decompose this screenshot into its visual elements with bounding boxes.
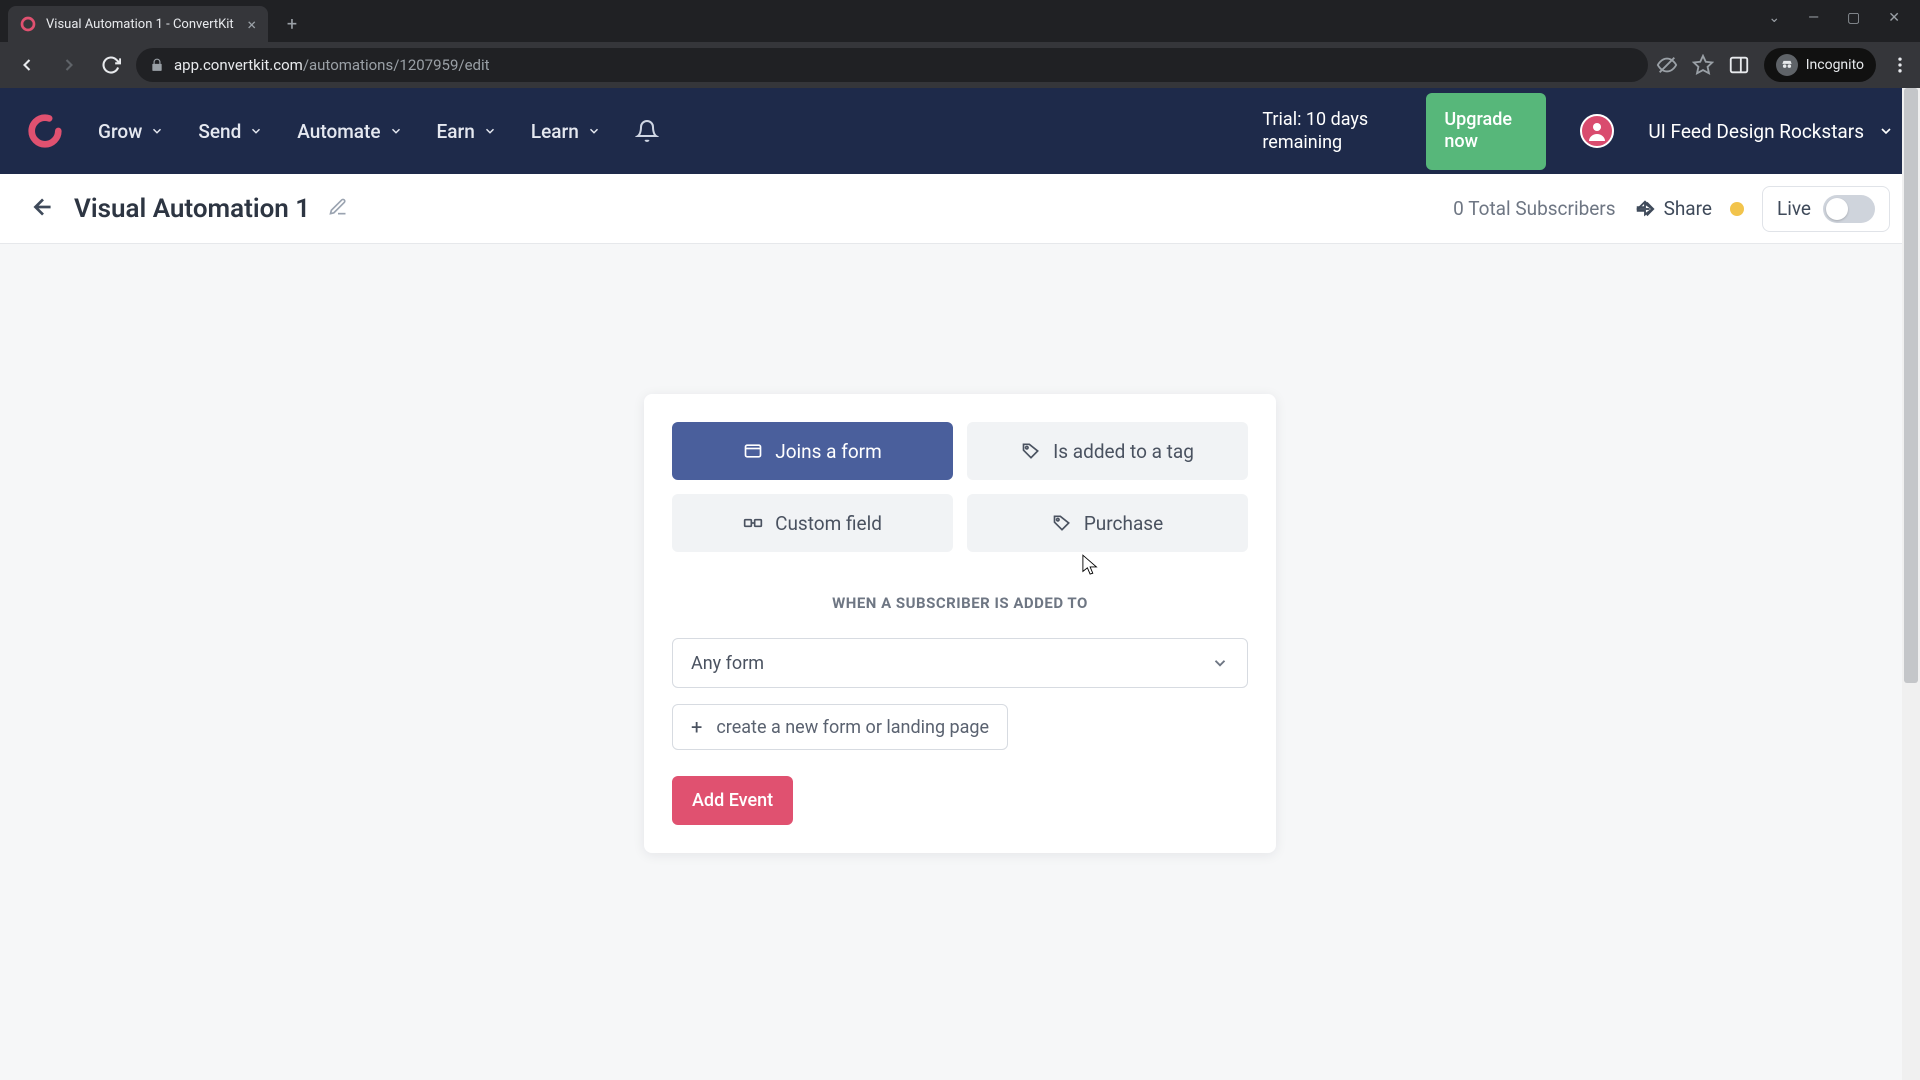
incognito-indicator[interactable]: Incognito	[1764, 48, 1876, 82]
bookmark-star-icon[interactable]	[1692, 54, 1714, 76]
section-label: WHEN A SUBSCRIBER IS ADDED TO	[672, 594, 1248, 612]
automation-canvas[interactable]: Joins a form Is added to a tag Custom fi…	[0, 244, 1920, 1080]
chevron-down-icon	[249, 124, 263, 138]
browser-tab[interactable]: Visual Automation 1 - ConvertKit ×	[8, 6, 268, 42]
create-form-link[interactable]: + create a new form or landing page	[672, 704, 1008, 750]
address-bar[interactable]: app.convertkit.com/automations/1207959/e…	[136, 48, 1648, 82]
option-custom-field[interactable]: Custom field	[672, 494, 953, 552]
browser-back-button[interactable]	[10, 48, 44, 82]
browser-forward-button[interactable]	[52, 48, 86, 82]
subscriber-count: 0 Total Subscribers	[1453, 197, 1615, 220]
share-icon	[1634, 198, 1656, 220]
tab-title: Visual Automation 1 - ConvertKit	[46, 17, 237, 32]
edit-title-button[interactable]	[328, 197, 348, 221]
scrollbar-thumb[interactable]	[1904, 88, 1918, 683]
select-value: Any form	[691, 653, 764, 674]
event-panel: Joins a form Is added to a tag Custom fi…	[644, 394, 1276, 853]
nav-learn-label: Learn	[531, 120, 579, 143]
share-button[interactable]: Share	[1634, 197, 1712, 220]
browser-chrome: Visual Automation 1 - ConvertKit × + ⌄ ―…	[0, 0, 1920, 88]
chevron-down-icon	[483, 124, 497, 138]
live-toggle-group: Live	[1762, 186, 1890, 232]
browser-toolbar: app.convertkit.com/automations/1207959/e…	[0, 42, 1920, 88]
tab-close-icon[interactable]: ×	[247, 15, 256, 34]
live-toggle[interactable]	[1823, 195, 1875, 223]
custom-field-icon	[743, 513, 763, 533]
option-joins-form[interactable]: Joins a form	[672, 422, 953, 480]
nav-send[interactable]: Send	[198, 120, 263, 143]
minimize-icon[interactable]: ―	[1808, 10, 1819, 26]
chevron-down-icon	[1211, 654, 1229, 672]
nav-automate-label: Automate	[297, 120, 380, 143]
back-button[interactable]	[30, 194, 56, 224]
close-window-icon[interactable]: ✕	[1888, 10, 1900, 26]
notifications-bell-icon[interactable]	[635, 119, 659, 143]
nav-learn[interactable]: Learn	[531, 120, 601, 143]
new-tab-button[interactable]: +	[278, 10, 306, 38]
live-label: Live	[1777, 197, 1811, 220]
incognito-label: Incognito	[1806, 57, 1864, 73]
browser-reload-button[interactable]	[94, 48, 128, 82]
avatar[interactable]	[1580, 114, 1614, 148]
url-text: app.convertkit.com/automations/1207959/e…	[174, 56, 490, 74]
chevron-down-icon	[587, 124, 601, 138]
incognito-icon	[1776, 54, 1798, 76]
trial-status: Trial: 10 days remaining	[1262, 108, 1392, 155]
form-icon	[743, 441, 763, 461]
page-scrollbar[interactable]	[1902, 88, 1920, 1080]
option-label: Joins a form	[775, 440, 882, 463]
option-label: Custom field	[775, 512, 882, 535]
app-header: Grow Send Automate Earn Learn Trial: 10 …	[0, 88, 1920, 174]
nav-automate[interactable]: Automate	[297, 120, 402, 143]
chevron-down-icon	[1878, 123, 1894, 139]
incognito-eye-icon[interactable]	[1656, 54, 1678, 76]
nav-grow[interactable]: Grow	[98, 120, 164, 143]
share-label: Share	[1664, 197, 1712, 220]
trigger-options: Joins a form Is added to a tag Custom fi…	[672, 422, 1248, 552]
upgrade-button[interactable]: Upgrade now	[1426, 93, 1546, 170]
add-event-button[interactable]: Add Event	[672, 776, 793, 825]
page-subheader: Visual Automation 1 0 Total Subscribers …	[0, 174, 1920, 244]
form-select[interactable]: Any form	[672, 638, 1248, 688]
chevron-down-icon	[389, 124, 403, 138]
option-purchase[interactable]: Purchase	[967, 494, 1248, 552]
account-name: UI Feed Design Rockstars	[1648, 120, 1864, 143]
plus-icon: +	[691, 715, 702, 739]
side-panel-icon[interactable]	[1728, 54, 1750, 76]
nav-grow-label: Grow	[98, 120, 142, 143]
maximize-icon[interactable]: ▢	[1847, 10, 1860, 26]
nav-earn[interactable]: Earn	[437, 120, 497, 143]
nav-send-label: Send	[198, 120, 241, 143]
option-label: Is added to a tag	[1053, 440, 1194, 463]
convertkit-logo-icon[interactable]	[26, 112, 64, 150]
toggle-knob	[1826, 198, 1848, 220]
account-menu[interactable]: UI Feed Design Rockstars	[1648, 120, 1894, 143]
tabs-dropdown-icon[interactable]: ⌄	[1768, 10, 1780, 26]
tag-icon	[1021, 441, 1041, 461]
chevron-down-icon	[150, 124, 164, 138]
window-controls: ⌄ ― ▢ ✕	[1748, 0, 1920, 36]
tab-strip: Visual Automation 1 - ConvertKit × + ⌄ ―…	[0, 0, 1920, 42]
nav-earn-label: Earn	[437, 120, 475, 143]
status-indicator-icon	[1730, 202, 1744, 216]
lock-icon	[150, 58, 164, 72]
option-label: Purchase	[1084, 512, 1163, 535]
create-link-label: create a new form or landing page	[716, 717, 989, 738]
option-added-to-tag[interactable]: Is added to a tag	[967, 422, 1248, 480]
browser-menu-icon[interactable]	[1890, 55, 1910, 75]
toolbar-right: Incognito	[1656, 48, 1910, 82]
purchase-tag-icon	[1052, 513, 1072, 533]
page-title: Visual Automation 1	[74, 194, 310, 224]
convertkit-favicon-icon	[20, 16, 36, 32]
